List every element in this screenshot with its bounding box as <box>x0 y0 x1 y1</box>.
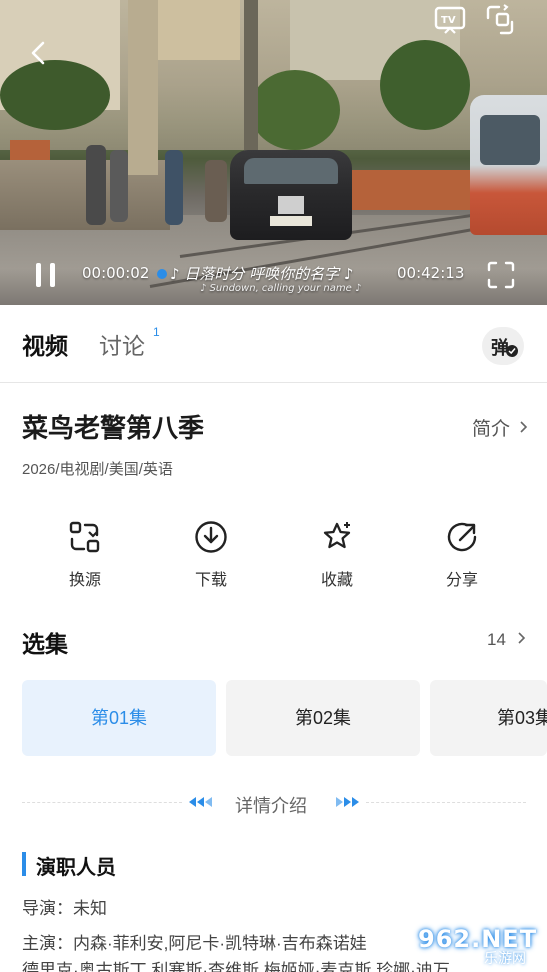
rotate-screen-icon[interactable] <box>484 4 516 36</box>
share-button[interactable]: 分享 <box>422 520 502 596</box>
subtitle-line: ♪ 日落时分 呼唤你的名字 ♪ <box>170 265 354 283</box>
download-label: 下载 <box>194 572 227 589</box>
video-frame-car <box>230 150 352 240</box>
total-time: 00:42:13 <box>397 264 465 282</box>
episode-item-selected[interactable]: 第01集 <box>22 680 216 756</box>
divider <box>366 802 526 803</box>
video-frame-tram <box>470 95 547 235</box>
video-player[interactable]: TV 00:00:02 ♪ 日落时分 呼唤你的名字 ♪ ♪ Sundown, c… <box>0 0 547 305</box>
tv-cast-icon[interactable]: TV <box>434 6 466 34</box>
cast-line: 主演：内森·菲利安,阿尼卡·凯特琳·吉布森诺娃 <box>22 934 367 953</box>
favorite-label: 收藏 <box>320 572 353 589</box>
chevron-right-icon <box>518 632 525 644</box>
subtitle-translation: ♪ Sundown, calling your name ♪ <box>200 283 362 294</box>
cast-line: 德里克·奥古斯丁 利塞斯·查维斯 梅姬娅·麦克斯 珍娜·迪万 <box>22 961 450 972</box>
favorite-button[interactable]: 收藏 <box>297 520 377 596</box>
video-frame-person <box>110 150 128 222</box>
progress-scrubber[interactable] <box>157 269 167 279</box>
download-button[interactable]: 下载 <box>171 520 251 596</box>
video-frame-roof <box>350 170 470 210</box>
show-title: 菜鸟老警第八季 <box>22 413 205 443</box>
switch-source-button[interactable]: 换源 <box>45 520 125 596</box>
details-label: 详情介绍 <box>235 796 307 816</box>
director-line: 导演：未知 <box>22 899 107 918</box>
video-frame-trees <box>250 70 340 150</box>
section-accent-bar <box>22 852 26 876</box>
danmu-enabled-icon <box>506 345 518 357</box>
video-frame-person <box>165 150 183 225</box>
episodes-heading: 选集 <box>22 631 68 657</box>
episodes-count-link[interactable]: 14 <box>487 630 527 650</box>
tab-discuss[interactable]: 讨论 <box>99 327 145 361</box>
chevron-right-icon <box>520 421 528 433</box>
svg-text:TV: TV <box>441 15 456 26</box>
share-icon <box>447 522 477 552</box>
show-meta: 2026/电视剧/美国/英语 <box>22 461 173 478</box>
pause-icon[interactable] <box>34 262 58 288</box>
video-frame-roof <box>10 140 50 160</box>
video-frame-trees <box>380 40 470 130</box>
favorite-star-icon <box>323 522 351 549</box>
intro-link-label: 简介 <box>472 419 511 440</box>
cast-heading: 演职人员 <box>36 857 116 879</box>
divider <box>22 802 182 803</box>
back-icon[interactable] <box>28 40 50 66</box>
episodes-count: 14 <box>487 630 506 649</box>
episode-item[interactable]: 第03集 <box>430 680 547 756</box>
share-label: 分享 <box>445 572 478 589</box>
intro-link[interactable]: 简介 <box>472 414 529 441</box>
video-frame-lamppost <box>244 0 258 160</box>
watermark-subtext: 乐游网 <box>484 951 526 967</box>
tab-video[interactable]: 视频 <box>22 327 68 361</box>
video-frame-person <box>205 160 227 222</box>
video-frame-building <box>150 0 240 60</box>
switch-source-label: 换源 <box>68 572 101 589</box>
double-arrow-left-icon <box>189 797 212 807</box>
danmu-toggle-button[interactable]: 弹 <box>482 327 524 365</box>
video-frame-trees <box>0 60 110 130</box>
current-time: 00:00:02 <box>82 264 150 282</box>
discuss-count-badge: 1 <box>153 325 160 339</box>
fullscreen-icon[interactable] <box>487 261 515 289</box>
video-frame-person <box>86 145 106 225</box>
content-tabs: 视频 讨论 1 弹 <box>0 305 547 383</box>
video-frame-pillar <box>128 0 158 175</box>
download-icon <box>195 521 227 553</box>
episode-item[interactable]: 第02集 <box>226 680 420 756</box>
switch-source-icon <box>69 521 100 553</box>
double-arrow-right-icon <box>336 797 359 807</box>
